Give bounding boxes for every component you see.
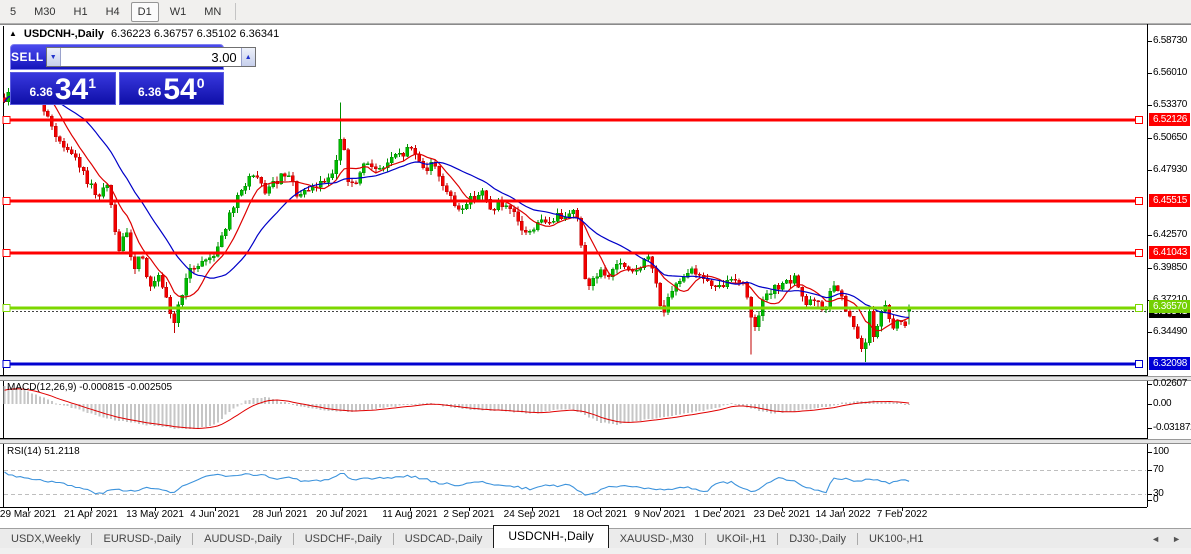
date-tick-label: 13 May 2021: [126, 509, 184, 520]
trade-panel-header: SELL ▼ ▲ BUY: [10, 44, 224, 70]
price-tick-label: 6.53370: [1153, 99, 1187, 111]
date-tick-label: 24 Sep 2021: [504, 509, 561, 520]
sell-price-pips: 34: [55, 76, 88, 103]
chart-tab[interactable]: USDCAD-,Daily: [394, 530, 494, 548]
rsi-title: RSI(14): [7, 446, 41, 457]
sell-price-main: 6.36: [29, 85, 52, 99]
tab-scroll-right-icon[interactable]: ►: [1172, 534, 1181, 544]
date-tick-label: 21 Apr 2021: [64, 509, 118, 520]
volume-stepper: ▼ ▲: [46, 47, 256, 67]
price-tick-label: 6.42570: [1153, 229, 1187, 241]
date-tick-label: 29 Mar 2021: [0, 509, 56, 520]
timeframe-button-m30[interactable]: M30: [27, 2, 62, 22]
volume-input[interactable]: [61, 48, 241, 66]
timeframe-button-h1[interactable]: H1: [67, 2, 95, 22]
price-level-badge: 6.41043: [1149, 246, 1190, 259]
date-tick-label: 20 Jul 2021: [316, 509, 368, 520]
date-tick-label: 18 Oct 2021: [573, 509, 627, 520]
toolbar-separator: [235, 3, 236, 20]
date-tick-label: 28 Jun 2021: [252, 509, 307, 520]
buy-button[interactable]: BUY: [258, 50, 285, 64]
price-tick-label: 6.34490: [1153, 326, 1187, 338]
date-tick-label: 9 Nov 2021: [634, 509, 685, 520]
macd-scale-label: -0.031872: [1153, 422, 1191, 434]
chart-tab[interactable]: EURUSD-,Daily: [92, 530, 192, 548]
tab-scroll-arrows: ◄►: [1151, 534, 1181, 544]
status-strip: [0, 548, 1191, 554]
price-tick-label: 6.47930: [1153, 164, 1187, 176]
timeframe-button-w1[interactable]: W1: [163, 2, 194, 22]
rsi-scale-label: 70: [1153, 464, 1164, 476]
timeframe-button-d1[interactable]: D1: [131, 2, 159, 22]
sell-price-point: 1: [88, 75, 96, 91]
chart-tab[interactable]: AUDUSD-,Daily: [193, 530, 293, 548]
chart-tab[interactable]: DJ30-,Daily: [778, 530, 857, 548]
rsi-scale-label: 100: [1153, 446, 1169, 458]
buy-price-main: 6.36: [138, 85, 161, 99]
buy-price-pips: 54: [163, 76, 196, 103]
buy-price-point: 0: [197, 75, 205, 91]
date-tick-label: 1 Dec 2021: [694, 509, 745, 520]
macd-scale-label: 0.02607: [1153, 378, 1187, 390]
chart-symbol-period: USDCNH-,Daily: [24, 28, 104, 40]
sell-price-button[interactable]: 6.36 34 1: [10, 72, 116, 105]
price-tick-label: 6.58730: [1153, 35, 1187, 47]
timeframe-toolbar: 5M30H1H4D1W1MN: [0, 0, 1191, 24]
macd-values: -0.000815 -0.002505: [79, 382, 172, 393]
chart-tab[interactable]: UK100-,H1: [858, 530, 934, 548]
one-click-trading-panel: SELL ▼ ▲ BUY 6.36 34 1 6.36 54 0: [10, 44, 224, 105]
date-tick-label: 14 Jan 2022: [815, 509, 870, 520]
rsi-label: RSI(14) 51.2118: [7, 446, 80, 457]
volume-increase-icon[interactable]: ▲: [241, 48, 255, 66]
rsi-value: 51.2118: [44, 446, 79, 457]
date-tick-label: 23 Dec 2021: [754, 509, 811, 520]
chart-tab[interactable]: USDCNH-,Daily: [493, 525, 608, 549]
price-tick-label: 6.56010: [1153, 67, 1187, 79]
trade-panel-prices: 6.36 34 1 6.36 54 0: [10, 72, 224, 105]
chart-ohlc-values: 6.36223 6.36757 6.35102 6.36341: [111, 28, 279, 40]
chart-tab[interactable]: UKOil-,H1: [706, 530, 778, 548]
chart-tab[interactable]: USDCHF-,Daily: [294, 530, 393, 548]
price-tick-label: 6.39850: [1153, 262, 1187, 274]
timeframe-button-mn[interactable]: MN: [197, 2, 228, 22]
macd-scale-label: 0.00: [1153, 398, 1171, 410]
sell-button[interactable]: SELL: [11, 50, 44, 64]
chart-tab-bar: USDX,WeeklyEURUSD-,DailyAUDUSD-,DailyUSD…: [0, 528, 1191, 548]
volume-decrease-icon[interactable]: ▼: [47, 48, 61, 66]
collapse-icon[interactable]: ▲: [9, 30, 17, 38]
price-level-badge: 6.52126: [1149, 113, 1190, 126]
tab-scroll-left-icon[interactable]: ◄: [1151, 534, 1160, 544]
chart-tab[interactable]: XAUUSD-,M30: [609, 530, 705, 548]
chart-title-row: ▲ USDCNH-,Daily 6.36223 6.36757 6.35102 …: [9, 28, 279, 40]
date-tick-label: 2 Sep 2021: [443, 509, 494, 520]
date-tick-label: 11 Aug 2021: [382, 509, 437, 520]
timeframe-button-h4[interactable]: H4: [99, 2, 127, 22]
price-level-badge: 6.36570: [1149, 300, 1190, 313]
chart-tab[interactable]: USDX,Weekly: [0, 530, 91, 548]
date-tick-label: 4 Jun 2021: [190, 509, 240, 520]
timeframe-button-5[interactable]: 5: [3, 2, 23, 22]
buy-price-button[interactable]: 6.36 54 0: [119, 72, 225, 105]
macd-label: MACD(12,26,9) -0.000815 -0.002505: [7, 382, 172, 393]
price-level-badge: 6.32098: [1149, 357, 1190, 370]
rsi-scale-label: 0: [1153, 494, 1158, 506]
price-level-badge: 6.45515: [1149, 194, 1190, 207]
macd-title: MACD(12,26,9): [7, 382, 76, 393]
date-tick-label: 7 Feb 2022: [877, 509, 928, 520]
price-tick-label: 6.50650: [1153, 132, 1187, 144]
